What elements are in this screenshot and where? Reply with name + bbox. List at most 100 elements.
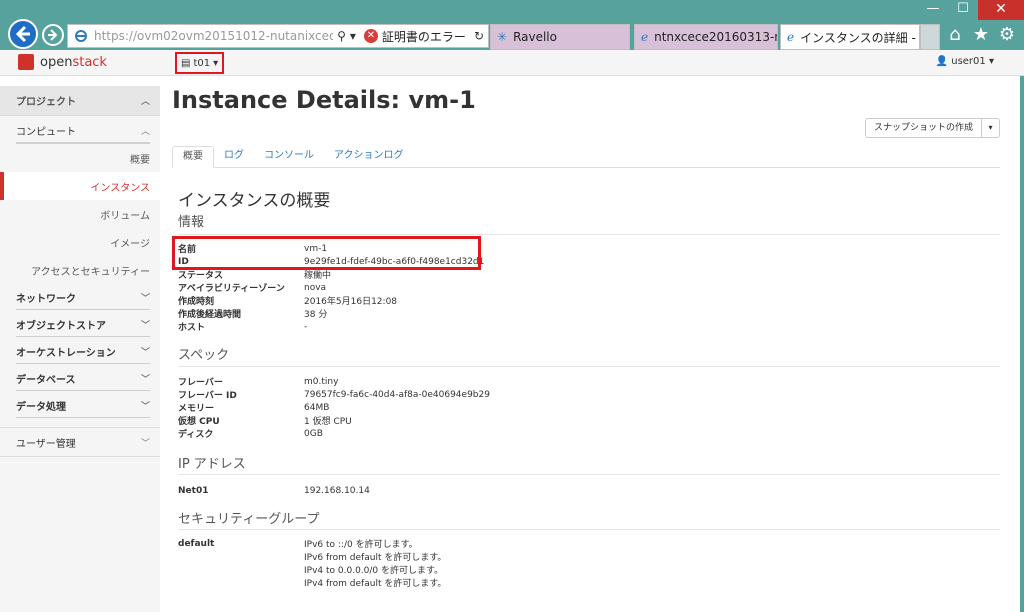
spec-key: フレーバー <box>178 378 223 388</box>
sidebar-group-label: データベース <box>16 375 76 386</box>
tab-ravello[interactable]: ✳ Ravello <box>490 24 630 50</box>
sidebar-item-label: インスタンス <box>90 182 150 194</box>
overview-title: インスタンスの概要 <box>178 191 331 211</box>
close-window-button[interactable]: ✕ <box>978 0 1024 20</box>
maximize-button[interactable]: ☐ <box>948 0 978 20</box>
security-rule: IPv4 to 0.0.0.0/0 を許可します。 <box>304 566 444 576</box>
ie-icon <box>75 30 87 42</box>
divider <box>178 529 1000 530</box>
snapshot-button-group: スナップショットの作成 ▾ <box>864 118 1000 138</box>
tab-instance-details[interactable]: ℯ インスタンスの詳細 - ... ✕ <box>780 24 920 50</box>
spec-row-disk: ディスク 0GB <box>178 427 878 441</box>
search-icon[interactable]: ⚲ <box>337 29 346 43</box>
sidebar-group-network[interactable]: ネットワーク ﹀ <box>0 284 160 311</box>
caret-down-icon: ▾ <box>988 56 994 67</box>
sidebar-group-object-store[interactable]: オブジェクトストア ﹀ <box>0 311 160 338</box>
spec-row-vcpu: 仮想 CPU 1 仮想 CPU <box>178 414 878 427</box>
tab-label: ntnxcece20160313-n... <box>654 30 777 44</box>
sidebar-item-instances[interactable]: インスタンス <box>0 172 160 200</box>
error-icon: ✕ <box>363 29 378 43</box>
snapshot-dropdown-button[interactable]: ▾ <box>982 118 1000 138</box>
home-icon[interactable]: ⌂ <box>946 26 964 44</box>
sidebar-compute-label: コンピュート <box>16 126 76 138</box>
url-text[interactable]: https://ovm02ovm20151012-nutanixceovmde.… <box>94 29 333 43</box>
window-edge <box>1020 76 1024 612</box>
new-tab-button[interactable] <box>920 24 940 50</box>
tab-overview[interactable]: 概要 <box>172 146 214 168</box>
sidebar-group-data-processing[interactable]: データ処理 ﹀ <box>0 392 160 419</box>
spec-value: 0GB <box>304 428 323 439</box>
spec-key: ディスク <box>178 430 214 440</box>
sidebar-project-label: プロジェクト <box>16 97 76 108</box>
chevron-down-icon: ﹀ <box>140 294 150 304</box>
back-button[interactable] <box>8 19 38 49</box>
spec-row-memory: メモリー 64MB <box>178 401 878 415</box>
caret-down-icon: ▾ <box>213 57 219 69</box>
user-menu[interactable]: 👤 user01 ▾ <box>936 56 994 67</box>
certificate-error[interactable]: ✕ 証明書のエラー <box>360 28 470 45</box>
sidebar-item-overview[interactable]: 概要 <box>0 144 160 172</box>
info-row-availability-zone: アベイラビリティーゾーン nova <box>178 281 878 295</box>
info-title: 情報 <box>178 215 205 230</box>
sidebar-group-label: オーケストレーション <box>16 348 116 359</box>
create-snapshot-button[interactable]: スナップショットの作成 <box>864 118 982 138</box>
info-key: ホスト <box>178 323 206 333</box>
sidebar-item-label: 概要 <box>130 154 150 166</box>
logo-text: openstack <box>40 55 107 70</box>
sidebar-item-label: ボリューム <box>100 210 150 222</box>
dropdown-icon[interactable]: ▾ <box>350 29 356 43</box>
page-title: Instance Details: vm-1 <box>172 86 476 114</box>
info-value: 38 分 <box>304 310 328 320</box>
tab-label: インスタンスの詳細 - ... <box>800 30 920 45</box>
security-group-list: default IPv6 to ::/0 を許可します。 IPv6 from d… <box>178 539 878 591</box>
info-value: nova <box>304 282 327 293</box>
chevron-down-icon: ﹀ <box>140 375 150 385</box>
info-row-created: 作成時刻 2016年5月16日12:08 <box>178 294 878 307</box>
security-group-row: default IPv6 to ::/0 を許可します。 IPv6 from d… <box>178 539 878 591</box>
sidebar-group-label: ネットワーク <box>16 294 76 305</box>
sidebar-group-orchestration[interactable]: オーケストレーション ﹀ <box>0 338 160 365</box>
tab-console[interactable]: コンソール <box>254 146 324 168</box>
refresh-icon[interactable]: ↻ <box>474 29 484 43</box>
ie-tab-icon: ℯ <box>787 30 795 44</box>
info-value: - <box>304 321 308 332</box>
sidebar-item-images[interactable]: イメージ <box>0 228 160 256</box>
chevron-down-icon: ﹀ <box>140 348 150 358</box>
project-name: t01 <box>193 57 211 69</box>
sidebar-identity-label: ユーザー管理 <box>16 438 76 450</box>
tab-log[interactable]: ログ <box>214 146 254 168</box>
ip-title: IP アドレス <box>178 457 246 472</box>
minimize-button[interactable]: — <box>918 0 948 20</box>
info-key: 作成時刻 <box>178 297 215 307</box>
sidebar-identity[interactable]: ユーザー管理 ﹀ <box>0 427 160 457</box>
spec-list: フレーバー m0.tiny フレーバー ID 79657fc9-fa6c-40d4-… <box>178 375 878 441</box>
address-bar[interactable]: https://ovm02ovm20151012-nutanixceovmde.… <box>67 24 489 48</box>
project-selector[interactable]: ▤ t01 ▾ <box>175 52 225 74</box>
tab-action-log[interactable]: アクションログ <box>324 146 414 168</box>
certificate-error-label: 証明書のエラー <box>381 29 466 44</box>
spec-value: 64MB <box>304 402 330 413</box>
forward-button[interactable] <box>42 24 64 46</box>
security-groups-title: セキュリティーグループ <box>178 512 320 527</box>
ip-row: Net01 192.168.10.14 <box>178 484 878 497</box>
openstack-logo[interactable]: openstack <box>18 54 107 70</box>
security-group-name: default <box>178 539 215 549</box>
info-key: 作成後経過時間 <box>178 310 242 320</box>
address-tools: ⚲ ▾ ✕ 証明書のエラー ↻ <box>333 28 488 45</box>
favorites-star-icon[interactable]: ★ <box>972 26 990 44</box>
sidebar-compute[interactable]: コンピュート ︿ <box>0 116 160 144</box>
spec-title: スペック <box>178 348 230 363</box>
spec-key: メモリー <box>178 404 215 414</box>
sidebar-group-database[interactable]: データベース ﹀ <box>0 365 160 392</box>
tab-ntnxcece[interactable]: ℯ ntnxcece20160313-n... <box>634 24 778 50</box>
spec-value: 1 仮想 CPU <box>304 417 352 427</box>
sidebar-item-volumes[interactable]: ボリューム <box>0 200 160 228</box>
instance-tabs: 概要 ログ コンソール アクションログ <box>172 146 1000 168</box>
sidebar-group-label: オブジェクトストア <box>16 321 106 332</box>
logo-text-open: open <box>40 54 73 70</box>
chevron-up-icon: ︿ <box>140 126 150 137</box>
gear-icon[interactable]: ⚙ <box>998 26 1016 44</box>
sidebar-project[interactable]: プロジェクト ︿ <box>0 86 160 116</box>
sidebar-item-access-security[interactable]: アクセスとセキュリティー <box>0 256 160 284</box>
security-rule: IPv4 from default を許可します。 <box>304 579 447 589</box>
